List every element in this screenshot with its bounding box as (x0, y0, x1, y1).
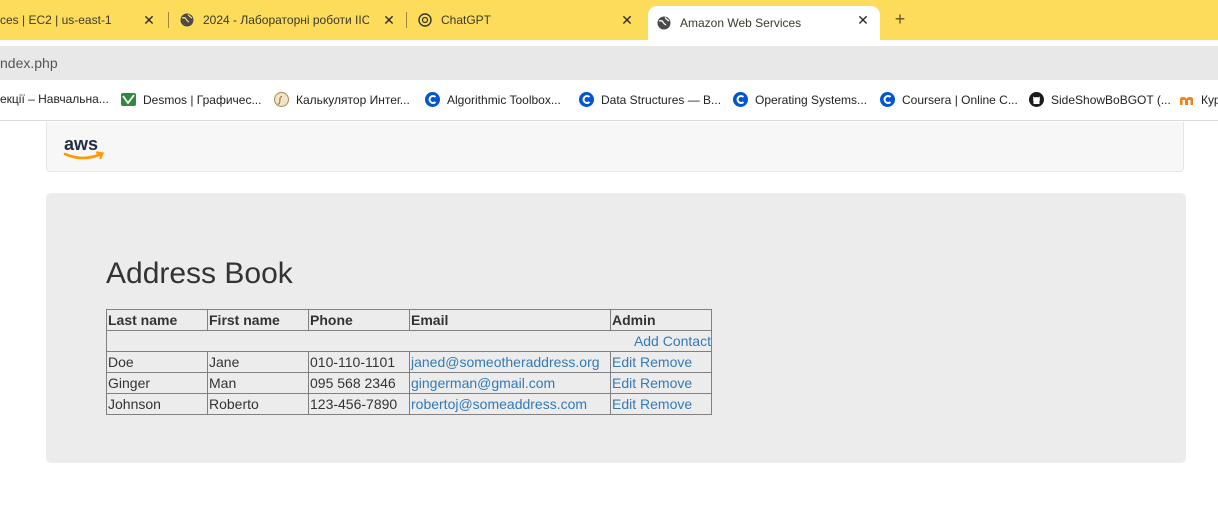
tab-title: ces | EC2 | us-east-1 (0, 13, 112, 27)
tab-title: Amazon Web Services (680, 16, 802, 30)
bookmark-item[interactable]: Algorithmic Toolbox... (425, 92, 561, 107)
edit-link[interactable]: Edit (612, 396, 636, 412)
close-icon[interactable]: ✕ (140, 11, 158, 29)
column-header: Email (409, 309, 611, 331)
tab-strip: ces | EC2 | us-east-1 ✕ 2024 - Лаборатор… (0, 0, 1218, 40)
bookmark-item[interactable]: ∫ Калькулятор Интег... (274, 92, 410, 107)
coursera-icon (425, 92, 440, 107)
phone-cell: 010-110-1101 (308, 351, 410, 373)
page-title: Address Book (106, 257, 293, 290)
close-icon[interactable]: ✕ (618, 11, 636, 29)
tab-lab-works[interactable]: 2024 - Лабораторні роботи ІІС ✕ (180, 6, 398, 34)
remove-link[interactable]: Remove (640, 396, 692, 412)
edit-link[interactable]: Edit (612, 354, 636, 370)
email-cell: gingerman@gmail.com (409, 372, 611, 394)
bookmark-item[interactable]: SideShowBoBGOT (... (1029, 92, 1171, 107)
email-cell: robertoj@someaddress.com (409, 393, 611, 415)
bookmark-label: Desmos | Графичес... (143, 92, 262, 107)
column-header: Last name (106, 309, 208, 331)
close-icon[interactable]: ✕ (380, 11, 398, 29)
bookmark-item[interactable]: Coursera | Online C... (880, 92, 1018, 107)
calculator-icon: ∫ (274, 92, 289, 107)
tab-chatgpt[interactable]: ChatGPT ✕ (418, 6, 636, 34)
close-icon[interactable]: ✕ (854, 11, 872, 29)
admin-cell: Edit Remove (610, 372, 712, 394)
main-container: Address Book Last name First name Phone … (46, 193, 1186, 463)
chatgpt-icon (418, 13, 432, 27)
tab-title: ChatGPT (441, 13, 492, 27)
email-link[interactable]: janed@someotheraddress.org (411, 354, 600, 370)
svg-text:∫: ∫ (278, 96, 283, 106)
bookmark-label: екції – Навчальна... (0, 92, 109, 106)
add-contact-row: Add Contact (106, 330, 712, 352)
address-book-table: Last name First name Phone Email Admin A… (106, 309, 712, 415)
add-contact-link[interactable]: Add Contact (634, 333, 711, 349)
tab-separator (406, 12, 407, 28)
edit-link[interactable]: Edit (612, 375, 636, 391)
address-bar[interactable]: ndex.php (0, 46, 1218, 80)
tab-title: 2024 - Лабораторні роботи ІІС (203, 13, 369, 27)
first-name-cell: Jane (207, 351, 309, 373)
bookmark-item[interactable]: екції – Навчальна... (0, 92, 109, 106)
bookmark-label: Кур (1201, 92, 1218, 107)
table-row: Ginger Man 095 568 2346 gingerman@gmail.… (106, 372, 712, 394)
toolbar-divider (0, 120, 1218, 121)
browser-toolbar: ndex.php (0, 40, 1218, 80)
bookmark-label: Operating Systems... (755, 92, 868, 107)
last-name-cell: Ginger (106, 372, 208, 394)
email-link[interactable]: robertoj@someaddress.com (411, 396, 587, 412)
admin-cell: Edit Remove (610, 393, 712, 415)
aws-logo-icon[interactable]: aws (63, 134, 107, 162)
bookmarks-bar: екції – Навчальна... Desmos | Графичес..… (0, 84, 1218, 116)
moodle-icon (1180, 97, 1193, 105)
remove-link[interactable]: Remove (640, 354, 692, 370)
tab-ec2[interactable]: ces | EC2 | us-east-1 ✕ (0, 6, 160, 34)
site-navbar: aws (46, 122, 1184, 172)
phone-cell: 095 568 2346 (308, 372, 410, 394)
github-icon (1029, 92, 1044, 107)
column-header: First name (207, 309, 309, 331)
desmos-icon (121, 93, 136, 106)
table-row: Johnson Roberto 123-456-7890 robertoj@so… (106, 393, 712, 415)
phone-cell: 123-456-7890 (308, 393, 410, 415)
aws-logo-text: aws (64, 134, 98, 154)
new-tab-button[interactable]: + (890, 9, 910, 29)
bookmark-label: Data Structures — B... (601, 92, 722, 107)
bookmark-label: Калькулятор Интег... (296, 92, 410, 107)
bookmark-item[interactable]: Desmos | Графичес... (121, 92, 261, 107)
bookmark-item[interactable]: Operating Systems... (733, 92, 867, 107)
last-name-cell: Doe (106, 351, 208, 373)
url-text: ndex.php (0, 55, 58, 71)
table-header-row: Last name First name Phone Email Admin (106, 309, 712, 331)
email-cell: janed@someotheraddress.org (409, 351, 611, 373)
bookmark-item[interactable]: Кур (1179, 92, 1218, 107)
last-name-cell: Johnson (106, 393, 208, 415)
globe-icon (180, 13, 194, 27)
email-link[interactable]: gingerman@gmail.com (411, 375, 555, 391)
tab-separator (168, 12, 169, 28)
bookmark-label: Coursera | Online C... (902, 92, 1018, 107)
table-row: Doe Jane 010-110-1101 janed@someotheradd… (106, 351, 712, 373)
add-contact-cell: Add Contact (106, 330, 712, 352)
coursera-icon (579, 92, 594, 107)
coursera-icon (880, 92, 895, 107)
column-header: Phone (308, 309, 410, 331)
tab-amazon-web-services[interactable]: Amazon Web Services ✕ (648, 6, 880, 40)
column-header: Admin (610, 309, 712, 331)
globe-icon (657, 16, 671, 30)
bookmark-item[interactable]: Data Structures — B... (579, 92, 721, 107)
admin-cell: Edit Remove (610, 351, 712, 373)
bookmark-label: Algorithmic Toolbox... (447, 92, 561, 107)
first-name-cell: Man (207, 372, 309, 394)
first-name-cell: Roberto (207, 393, 309, 415)
remove-link[interactable]: Remove (640, 375, 692, 391)
coursera-icon (733, 92, 748, 107)
bookmark-label: SideShowBoBGOT (... (1051, 92, 1171, 107)
